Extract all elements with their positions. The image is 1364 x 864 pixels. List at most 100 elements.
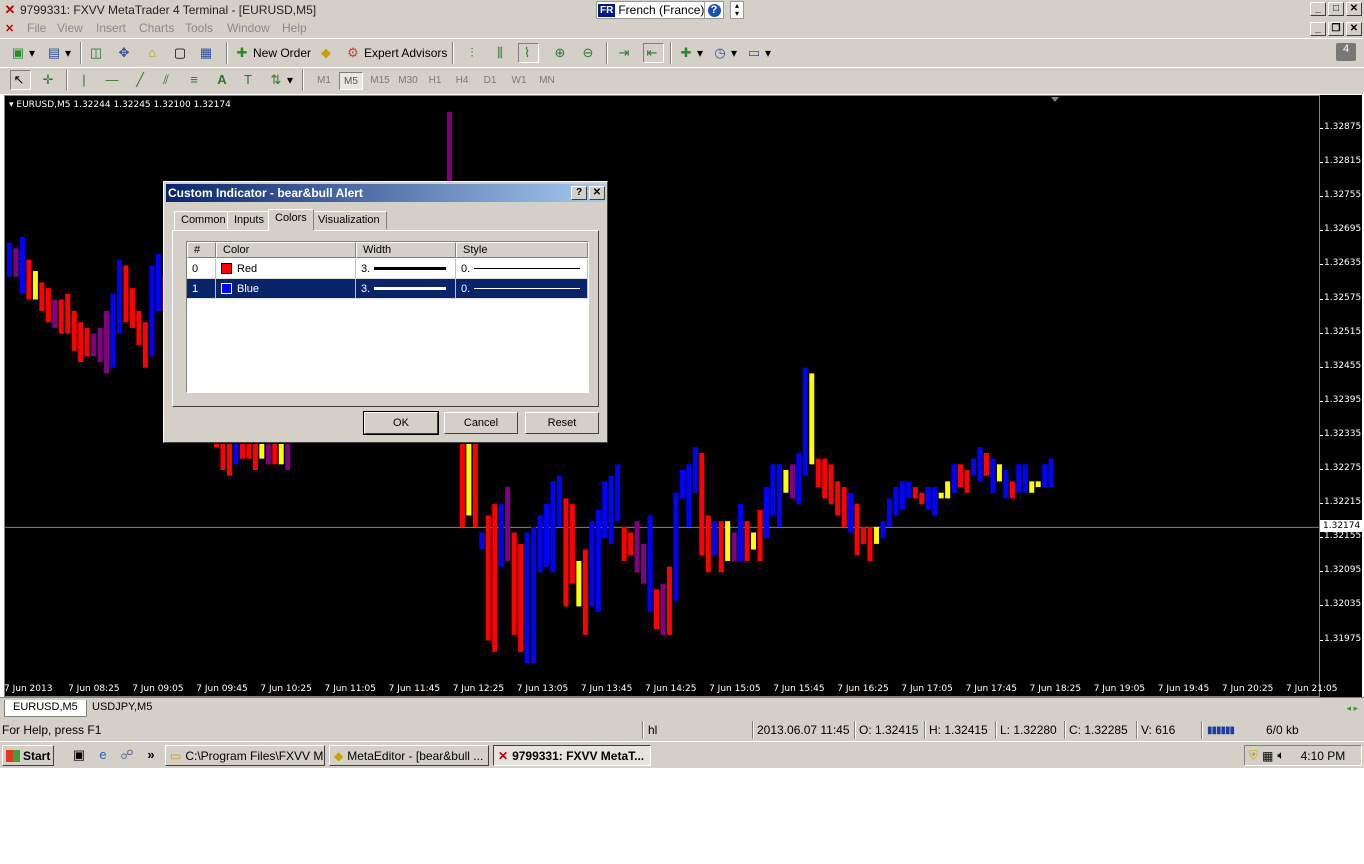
show-desktop-icon[interactable]: ▣ xyxy=(70,747,88,763)
column-width[interactable]: Width xyxy=(356,242,456,258)
child-restore-button[interactable]: ❐ xyxy=(1328,22,1344,36)
tab-colors[interactable]: Colors xyxy=(268,209,314,231)
timeframe-h1[interactable]: H1 xyxy=(424,72,446,90)
time-label: 7 Jun 15:45 xyxy=(773,684,825,694)
reset-button[interactable]: Reset xyxy=(525,412,599,434)
style-cell[interactable]: 0. xyxy=(456,279,588,299)
security-shield-icon[interactable]: ⛨ xyxy=(1249,748,1258,763)
zoom-in-button[interactable]: ⊕ xyxy=(552,43,571,63)
chart-bar xyxy=(770,464,776,516)
menu-view[interactable]: View xyxy=(57,21,83,35)
notifications-badge[interactable]: 4 xyxy=(1336,43,1356,61)
chart-tab-eurusd[interactable]: EURUSD,M5 xyxy=(4,700,87,717)
price-label: 1.32335 xyxy=(1324,428,1362,439)
clock[interactable]: 4:10 PM xyxy=(1301,749,1346,763)
quicklaunch-more-icon[interactable]: » xyxy=(142,747,160,763)
line-chart-button[interactable]: ⌇ xyxy=(518,43,539,63)
navigator-button[interactable]: ✥ xyxy=(116,43,135,63)
terminal-button[interactable]: ⌂ xyxy=(144,43,163,63)
expert-advisors-button[interactable]: ⚙ Expert Advisors xyxy=(345,43,447,63)
language-indicator[interactable]: FR French (France) xyxy=(596,1,710,19)
timeframe-m5[interactable]: M5 xyxy=(339,72,363,90)
menu-tools[interactable]: Tools xyxy=(185,21,213,35)
dialog-close-button[interactable]: ✕ xyxy=(589,186,605,200)
column-style[interactable]: Style xyxy=(456,242,588,258)
internet-explorer-icon[interactable]: e xyxy=(94,747,112,763)
dialog-help-button[interactable]: ? xyxy=(571,186,587,200)
price-axis[interactable]: 1.32875 1.32815 1.32755 1.32695 1.32635 1.325… xyxy=(1320,95,1362,697)
bar-chart-button[interactable]: ⫶ xyxy=(464,43,483,63)
menu-charts[interactable]: Charts xyxy=(139,21,174,35)
candlestick-button[interactable]: ⫼ xyxy=(492,43,511,63)
crosshair-button[interactable]: ✛ xyxy=(40,70,59,90)
column-index[interactable]: # xyxy=(187,242,216,258)
tab-scroll-arrows-icon[interactable]: ◂ ▸ xyxy=(1346,703,1358,714)
templates-button[interactable]: ▭ ▾ xyxy=(746,43,771,63)
buffer-row-0[interactable]: 0 Red 3. 0. xyxy=(187,259,588,279)
text-button[interactable]: A xyxy=(214,70,233,90)
language-options-icon[interactable]: ▴ ▾ xyxy=(730,1,744,19)
timeframe-d1[interactable]: D1 xyxy=(479,72,501,90)
chart-tab-usdjpy[interactable]: USDJPY,M5 xyxy=(84,700,160,717)
new-chart-button[interactable]: ▣ ▾ xyxy=(10,43,35,63)
vertical-line-button[interactable]: | xyxy=(76,70,95,90)
trendline-button[interactable]: ╱ xyxy=(132,70,151,90)
channel-button[interactable]: ⫽ xyxy=(158,70,177,90)
task-metatrader[interactable]: ✕ 9799331: FXVV MetaT... xyxy=(493,745,651,766)
menu-file[interactable]: File xyxy=(27,21,46,35)
column-color[interactable]: Color xyxy=(216,242,356,258)
width-cell[interactable]: 3. xyxy=(356,259,456,279)
chart-shift-marker[interactable] xyxy=(1051,97,1059,102)
menu-help[interactable]: Help xyxy=(282,21,307,35)
start-button[interactable]: Start xyxy=(2,745,54,766)
timeframe-mn[interactable]: MN xyxy=(535,72,559,90)
label-button[interactable]: T xyxy=(240,70,259,90)
history-button[interactable]: ▦ xyxy=(198,43,217,63)
tab-common[interactable]: Common xyxy=(174,211,233,230)
auto-scroll-button[interactable]: ⇥ xyxy=(616,43,635,63)
color-cell[interactable]: Blue xyxy=(216,279,356,299)
chart-window-icon[interactable]: ✕ xyxy=(5,22,17,35)
cursor-button[interactable]: ↖ xyxy=(10,70,31,90)
color-cell[interactable]: Red xyxy=(216,259,356,279)
menu-insert[interactable]: Insert xyxy=(96,21,126,35)
timeframe-m30[interactable]: M30 xyxy=(395,72,421,90)
volume-icon[interactable]: 🔈︎ xyxy=(1277,748,1284,763)
task-explorer[interactable]: ▭ C:\Program Files\FXVV M... xyxy=(165,745,325,766)
horizontal-line-button[interactable]: — xyxy=(104,70,123,90)
arrows-button[interactable]: ⇅ ▾ xyxy=(268,70,293,90)
tab-visualization[interactable]: Visualization xyxy=(311,211,387,230)
timeframe-h4[interactable]: H4 xyxy=(451,72,473,90)
periods-button[interactable]: ◷ ▾ xyxy=(712,43,737,63)
metaeditor-button[interactable]: ◆ xyxy=(318,43,337,63)
chart-shift-button[interactable]: ⇤ xyxy=(643,43,664,63)
market-watch-button[interactable]: ◫ xyxy=(88,43,107,63)
menu-window[interactable]: Window xyxy=(227,21,270,35)
zoom-out-button[interactable]: ⊖ xyxy=(580,43,599,63)
child-minimize-button[interactable]: _ xyxy=(1310,22,1326,36)
minimize-button[interactable]: _ xyxy=(1310,2,1326,16)
network-icon[interactable]: ☍ xyxy=(118,747,136,763)
ok-button[interactable]: OK xyxy=(363,411,439,435)
help-icon[interactable]: ? xyxy=(704,1,724,19)
close-button[interactable]: ✕ xyxy=(1346,2,1362,16)
timeframe-m1[interactable]: M1 xyxy=(313,72,335,90)
strategy-tester-button[interactable]: ▢ xyxy=(172,43,191,63)
fibonacci-button[interactable]: ≡ xyxy=(186,70,205,90)
task-metaeditor[interactable]: ◆ MetaEditor - [bear&bull ... xyxy=(329,745,489,766)
child-close-button[interactable]: ✕ xyxy=(1346,22,1362,36)
maximize-button[interactable]: □ xyxy=(1328,2,1344,16)
standard-toolbar: ▣ ▾ ▤ ▾ ◫ ✥ ⌂ ▢ ▦ ✚ New Order ◆ ⚙ Expert Adv… xyxy=(0,38,1364,67)
tab-inputs[interactable]: Inputs xyxy=(227,211,271,230)
color-buffers-list[interactable]: # Color Width Style 0 Red 3. 0. 1 Blue 3… xyxy=(186,241,589,393)
network-tray-icon[interactable]: ▦ xyxy=(1262,749,1273,763)
timeframe-w1[interactable]: W1 xyxy=(507,72,531,90)
width-cell[interactable]: 3. xyxy=(356,279,456,299)
new-order-button[interactable]: ✚ New Order xyxy=(234,43,311,63)
style-cell[interactable]: 0. xyxy=(456,259,588,279)
buffer-row-1[interactable]: 1 Blue 3. 0. xyxy=(187,279,588,299)
timeframe-m15[interactable]: M15 xyxy=(367,72,393,90)
cancel-button[interactable]: Cancel xyxy=(444,412,518,434)
indicators-button[interactable]: ✚ ▾ xyxy=(678,43,703,63)
profiles-button[interactable]: ▤ ▾ xyxy=(46,43,71,63)
